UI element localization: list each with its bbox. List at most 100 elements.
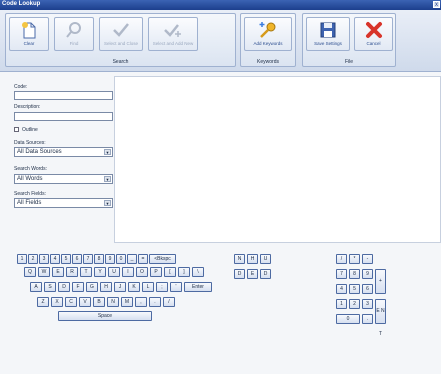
key[interactable]: _: [127, 254, 137, 264]
key[interactable]: .: [149, 297, 161, 307]
key[interactable]: 9: [105, 254, 115, 264]
numpad-enter-key[interactable]: E N T: [375, 299, 386, 337]
close-button[interactable]: x: [433, 1, 440, 8]
cancel-button[interactable]: Cancel: [354, 17, 393, 51]
numpad-key[interactable]: 2: [349, 299, 360, 309]
select-and-add-new-label: Select and Add New: [152, 41, 194, 46]
select-and-add-new-button[interactable]: Select and Add New: [148, 17, 198, 51]
numpad-key[interactable]: .: [362, 314, 373, 324]
numpad-key[interactable]: 3: [362, 299, 373, 309]
key[interactable]: O: [136, 267, 148, 277]
clear-button[interactable]: Clear: [9, 17, 49, 51]
key[interactable]: I: [122, 267, 134, 277]
key[interactable]: /: [163, 297, 175, 307]
key[interactable]: E: [247, 269, 258, 279]
numpad-key[interactable]: 9: [362, 269, 373, 279]
key[interactable]: D: [234, 269, 245, 279]
floppy-disk-icon: [320, 22, 336, 38]
key[interactable]: G: [86, 282, 98, 292]
numpad-key[interactable]: *: [349, 254, 360, 264]
key[interactable]: ,: [135, 297, 147, 307]
key[interactable]: 7: [83, 254, 93, 264]
key[interactable]: V: [79, 297, 91, 307]
numpad-key[interactable]: 4: [336, 284, 347, 294]
search-fields-label: Search Fields:: [14, 191, 46, 197]
numpad-zero-key[interactable]: 0: [336, 314, 360, 324]
key[interactable]: L: [142, 282, 154, 292]
key[interactable]: ': [170, 282, 182, 292]
key[interactable]: J: [114, 282, 126, 292]
numpad-key[interactable]: 7: [336, 269, 347, 279]
key[interactable]: =: [138, 254, 148, 264]
search-words-select[interactable]: All Words ▼: [14, 174, 113, 184]
code-input[interactable]: [14, 91, 113, 100]
key[interactable]: T: [80, 267, 92, 277]
results-list[interactable]: [114, 76, 441, 243]
key[interactable]: \: [192, 267, 204, 277]
key[interactable]: Q: [24, 267, 36, 277]
add-keywords-button[interactable]: Add Keywords: [244, 17, 292, 51]
key[interactable]: 6: [72, 254, 82, 264]
key[interactable]: W: [38, 267, 50, 277]
find-button[interactable]: Find: [54, 17, 94, 51]
key[interactable]: ;: [156, 282, 168, 292]
key[interactable]: N: [107, 297, 119, 307]
key[interactable]: P: [150, 267, 162, 277]
key[interactable]: H: [247, 254, 258, 264]
space-key[interactable]: Space: [58, 311, 152, 321]
chevron-down-icon[interactable]: ▼: [104, 176, 111, 182]
key[interactable]: S: [44, 282, 56, 292]
numpad-key[interactable]: 8: [349, 269, 360, 279]
key[interactable]: 2: [28, 254, 38, 264]
new-document-icon: [22, 22, 36, 39]
numpad-key[interactable]: -: [362, 254, 373, 264]
data-sources-label: Data Sources:: [14, 140, 46, 146]
save-settings-button[interactable]: Save Settings: [306, 17, 350, 51]
key[interactable]: F: [72, 282, 84, 292]
select-and-close-label: Select and Close: [103, 41, 139, 46]
key[interactable]: D: [260, 269, 271, 279]
chevron-down-icon[interactable]: ▼: [104, 200, 111, 206]
key[interactable]: R: [66, 267, 78, 277]
key[interactable]: D: [58, 282, 70, 292]
key[interactable]: 5: [61, 254, 71, 264]
key[interactable]: M: [121, 297, 133, 307]
backspace-key[interactable]: <Bkspc: [149, 254, 176, 264]
data-sources-select[interactable]: All Data Sources ▼: [14, 147, 113, 157]
outline-label: Outline: [22, 127, 38, 133]
select-and-close-button[interactable]: Select and Close: [99, 17, 143, 51]
key[interactable]: 3: [39, 254, 49, 264]
outline-checkbox-box[interactable]: [14, 127, 19, 133]
search-fields-select[interactable]: All Fields ▼: [14, 198, 113, 208]
find-label: Find: [69, 41, 79, 46]
key[interactable]: A: [30, 282, 42, 292]
enter-key[interactable]: Enter: [184, 282, 212, 292]
key[interactable]: ]: [178, 267, 190, 277]
clear-label: Clear: [23, 41, 35, 46]
numpad-key[interactable]: 5: [349, 284, 360, 294]
key[interactable]: H: [100, 282, 112, 292]
outline-checkbox[interactable]: Outline: [14, 127, 38, 133]
key[interactable]: U: [260, 254, 271, 264]
key[interactable]: 1: [17, 254, 27, 264]
key[interactable]: [: [164, 267, 176, 277]
key[interactable]: C: [65, 297, 77, 307]
key[interactable]: N: [234, 254, 245, 264]
numpad-plus-key[interactable]: +: [375, 269, 386, 294]
cancel-label: Cancel: [366, 41, 381, 46]
key[interactable]: B: [93, 297, 105, 307]
numpad-key[interactable]: /: [336, 254, 347, 264]
key[interactable]: E: [52, 267, 64, 277]
key[interactable]: 0: [116, 254, 126, 264]
key[interactable]: X: [51, 297, 63, 307]
key[interactable]: 8: [94, 254, 104, 264]
key[interactable]: Y: [94, 267, 106, 277]
key[interactable]: Z: [37, 297, 49, 307]
key[interactable]: U: [108, 267, 120, 277]
chevron-down-icon[interactable]: ▼: [104, 149, 111, 155]
description-input[interactable]: [14, 112, 113, 121]
numpad-key[interactable]: 1: [336, 299, 347, 309]
key[interactable]: 4: [50, 254, 60, 264]
key[interactable]: K: [128, 282, 140, 292]
numpad-key[interactable]: 6: [362, 284, 373, 294]
